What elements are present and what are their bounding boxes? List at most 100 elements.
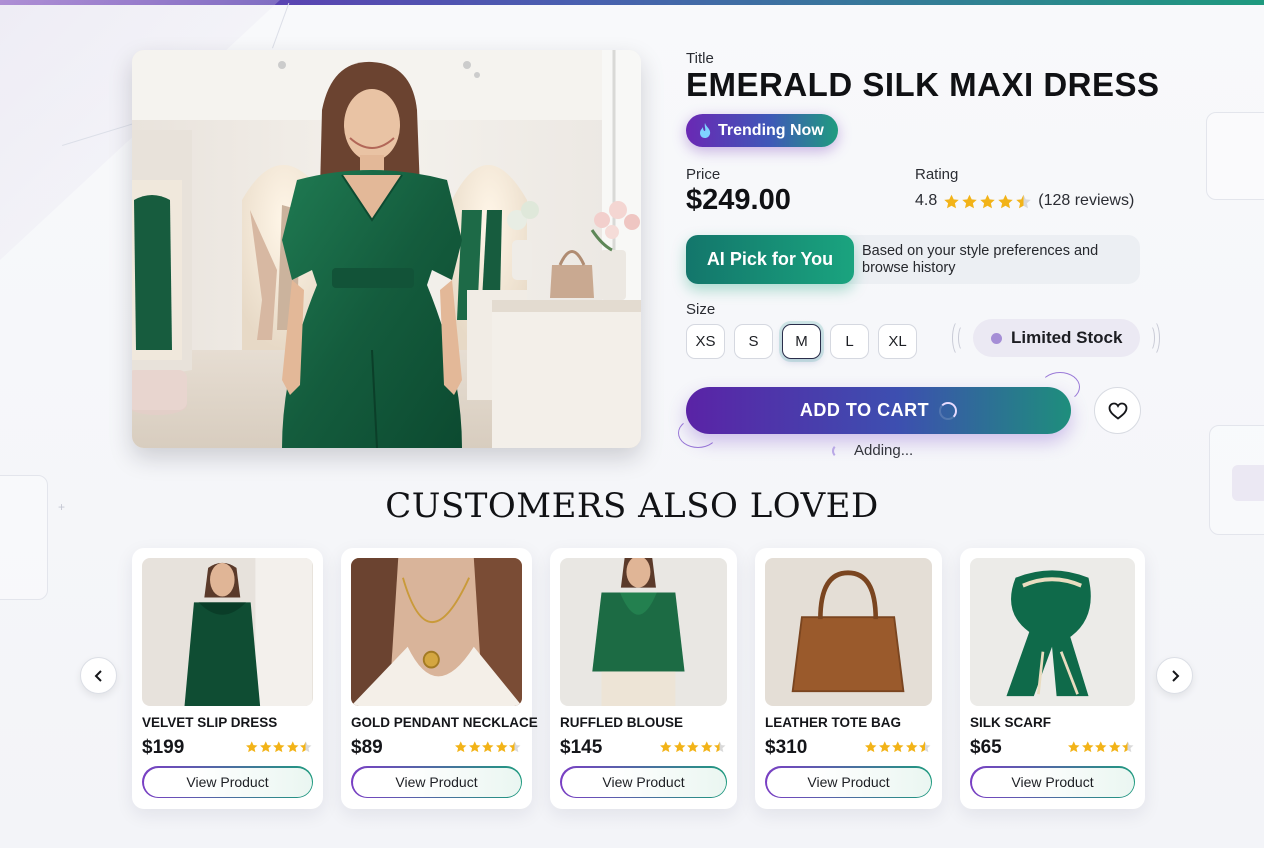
star-icon	[944, 194, 959, 208]
star-icon	[1108, 741, 1120, 753]
star-icon	[509, 741, 521, 753]
product-card-name[interactable]: LEATHER TOTE BAG	[765, 715, 901, 730]
star-icon	[273, 741, 285, 753]
heart-icon	[1108, 402, 1127, 420]
product-card-image[interactable]	[142, 558, 313, 706]
size-option-l[interactable]: L	[830, 324, 869, 359]
star-icon	[998, 194, 1013, 208]
star-icon	[905, 741, 917, 753]
product-card-rating	[245, 740, 313, 754]
size-label: Size	[686, 301, 716, 318]
view-product-label: View Product	[766, 767, 931, 797]
view-product-button[interactable]: View Product	[970, 766, 1135, 798]
product-card-name[interactable]: SILK SCARF	[970, 715, 1051, 730]
flame-icon	[700, 123, 711, 138]
view-product-label: View Product	[971, 767, 1134, 797]
ai-pick-button[interactable]: AI Pick for You	[686, 235, 854, 284]
star-icon	[1016, 194, 1031, 208]
size-selector: XS S M L XL	[686, 324, 917, 359]
view-product-button[interactable]: View Product	[765, 766, 932, 798]
size-option-m[interactable]: M	[782, 324, 821, 359]
size-option-xl[interactable]: XL	[878, 324, 917, 359]
status-dot-icon	[991, 332, 1002, 344]
star-icon	[865, 741, 877, 753]
star-icon	[468, 741, 480, 753]
star-icon	[919, 741, 931, 753]
pulse-decoration	[1145, 325, 1155, 351]
star-icon	[878, 741, 890, 753]
star-icon	[286, 741, 298, 753]
star-icon	[892, 741, 904, 753]
adding-status: Adding...	[832, 442, 913, 459]
view-product-button[interactable]: View Product	[351, 766, 522, 798]
view-product-button[interactable]: View Product	[560, 766, 727, 798]
star-icon	[687, 741, 699, 753]
product-card-rating	[864, 740, 932, 754]
product-card[interactable]: GOLD PENDANT NECKLACE $89 View Product	[341, 548, 538, 809]
product-page: + Title EMERALD SILK MAXI DRESS Trending…	[0, 0, 1264, 848]
review-count[interactable]: (128 reviews)	[1038, 192, 1134, 210]
product-main-image	[132, 50, 641, 448]
star-icon	[1081, 741, 1093, 753]
add-to-cart-button[interactable]: ADD TO CART	[686, 387, 1071, 434]
product-card-name[interactable]: VELVET SLIP DRESS	[142, 715, 277, 730]
add-to-cart-label: ADD TO CART	[799, 400, 930, 420]
star-icon	[300, 741, 312, 753]
size-option-s[interactable]: S	[734, 324, 773, 359]
star-icon	[1068, 741, 1080, 753]
section-title: CUSTOMERS ALSO LOVED	[385, 486, 879, 526]
size-option-xs[interactable]: XS	[686, 324, 725, 359]
price-label: Price	[686, 166, 721, 183]
ai-pick-note: Based on your style preferences and brow…	[862, 243, 1099, 276]
rating-value: 4.8	[915, 192, 938, 209]
view-product-button[interactable]: View Product	[142, 766, 313, 798]
star-icon	[660, 741, 672, 753]
star-icon	[259, 741, 271, 753]
product-card-price: $310	[765, 737, 808, 758]
product-card-price: $89	[351, 737, 383, 758]
star-icon	[714, 741, 726, 753]
carousel-next-button[interactable]	[1156, 657, 1193, 694]
product-card-image[interactable]	[970, 558, 1135, 706]
background-decoration	[1206, 112, 1264, 200]
rating-label: Rating	[915, 166, 959, 183]
product-card-image[interactable]	[765, 558, 932, 706]
trending-badge-label: Trending Now	[718, 121, 824, 139]
product-title: EMERALD SILK MAXI DRESS	[686, 66, 1160, 103]
loading-spinner-icon	[939, 401, 958, 420]
view-product-label: View Product	[561, 767, 726, 797]
product-card[interactable]: LEATHER TOTE BAG $310 View Product	[755, 548, 942, 809]
product-card-image[interactable]	[560, 558, 727, 706]
product-price: $249.00	[686, 184, 791, 216]
trending-badge[interactable]: Trending Now	[686, 114, 838, 147]
star-icon	[980, 194, 995, 208]
product-card-image[interactable]	[351, 558, 522, 706]
product-card-rating	[659, 740, 727, 754]
view-product-label: View Product	[352, 767, 521, 797]
product-card-name[interactable]: GOLD PENDANT NECKLACE	[351, 715, 538, 730]
product-card[interactable]: SILK SCARF $65 View Product	[960, 548, 1145, 809]
limited-stock-label: Limited Stock	[1011, 328, 1123, 347]
product-card-name[interactable]: RUFFLED BLOUSE	[560, 715, 683, 730]
star-icon	[455, 741, 467, 753]
star-icon	[700, 741, 712, 753]
product-card-price: $65	[970, 737, 1002, 758]
product-card[interactable]: RUFFLED BLOUSE $145 View Product	[550, 548, 737, 809]
product-card-price: $199	[142, 737, 185, 758]
title-label: Title	[686, 50, 714, 67]
ai-pick-panel: AI Pick for You Based on your style pref…	[686, 235, 1140, 284]
star-icon	[482, 741, 494, 753]
star-icon	[246, 741, 258, 753]
background-decoration	[272, 2, 290, 49]
product-rating: 4.8 (128 reviews)	[915, 192, 1134, 210]
product-card[interactable]: VELVET SLIP DRESS $199 View Product	[132, 548, 323, 809]
adding-status-label: Adding...	[854, 442, 914, 459]
pulse-decoration	[958, 325, 968, 351]
chevron-right-icon	[1171, 669, 1179, 682]
star-icon	[1122, 741, 1134, 753]
limited-stock-badge: Limited Stock	[973, 319, 1140, 357]
star-icon	[495, 741, 507, 753]
carousel-prev-button[interactable]	[80, 657, 117, 694]
wishlist-button[interactable]	[1094, 387, 1141, 434]
star-icon	[673, 741, 685, 753]
